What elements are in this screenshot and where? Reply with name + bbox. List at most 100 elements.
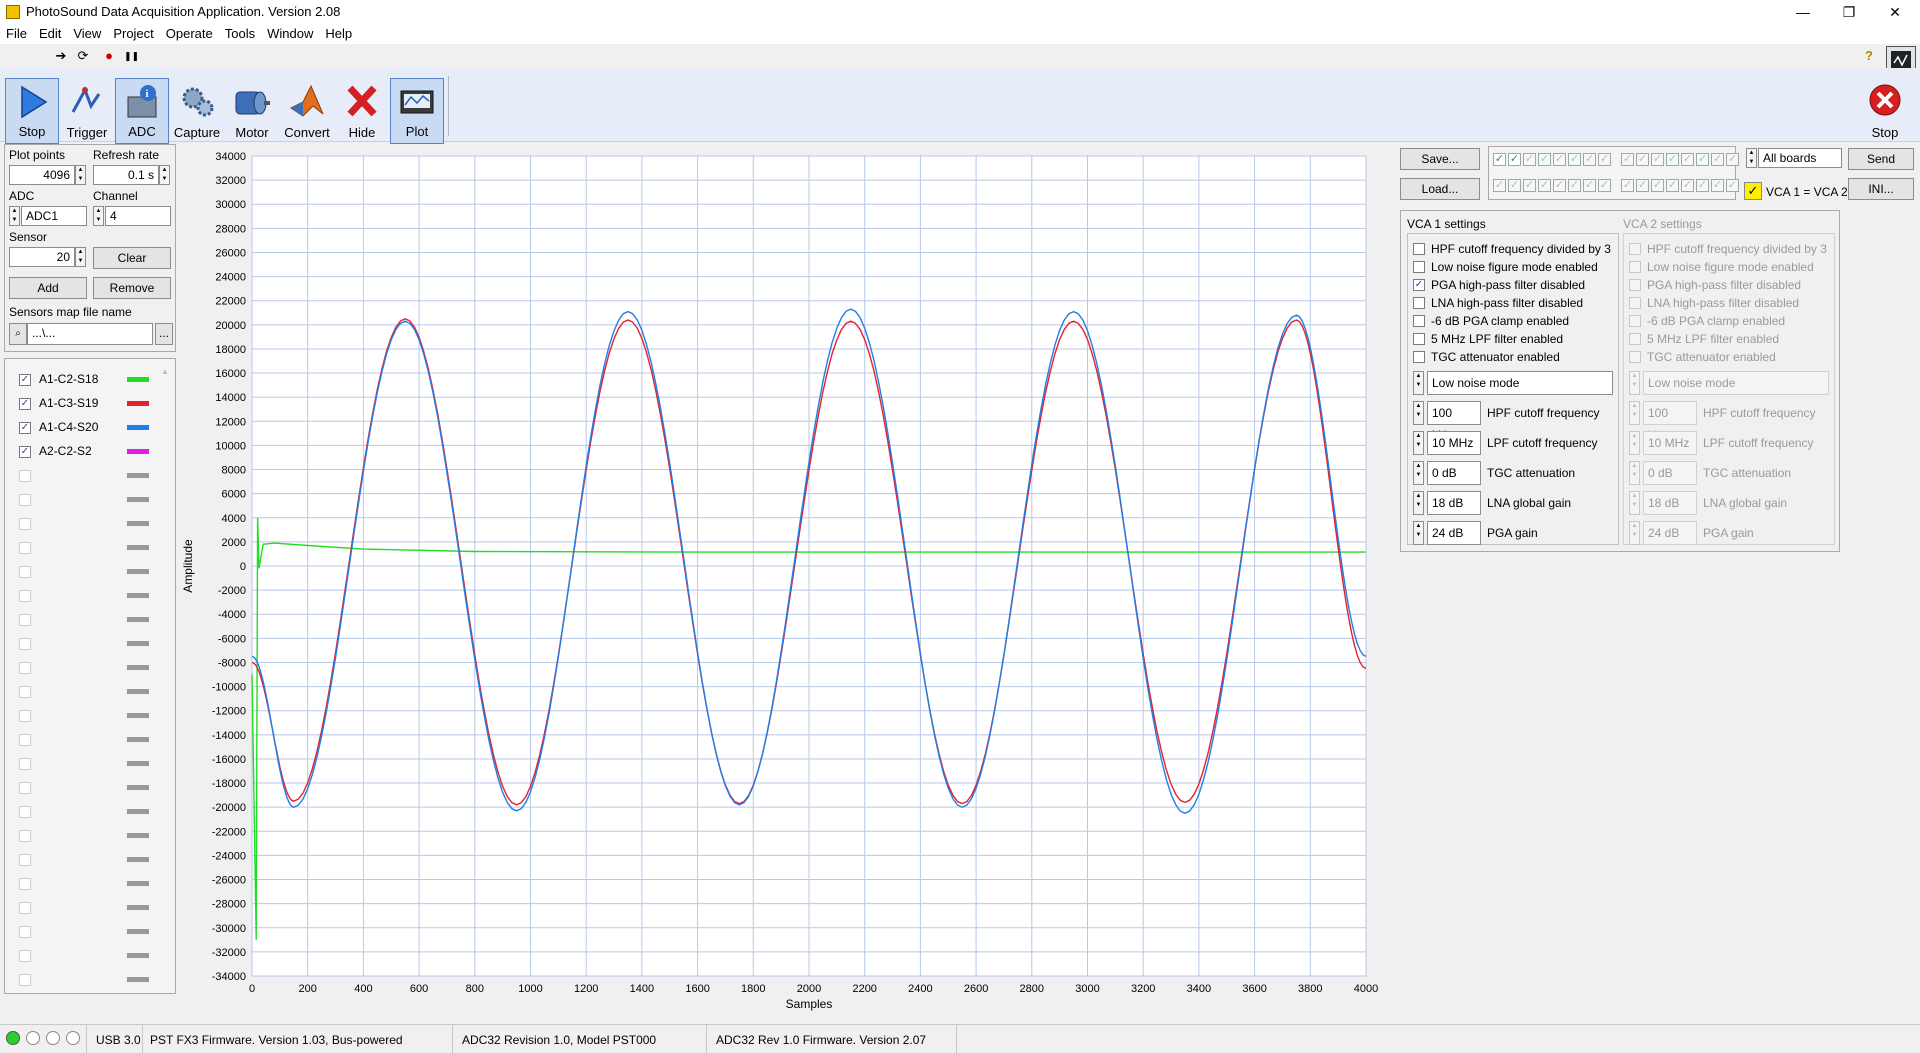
toolbar-hide-button[interactable]: Hide	[335, 78, 389, 144]
board-channel-checkbox[interactable]: ✓	[1538, 153, 1551, 166]
board-channel-checkbox[interactable]: ✓	[1711, 153, 1724, 166]
board-channel-checkbox[interactable]: ✓	[1681, 153, 1694, 166]
sensor-list-item[interactable]	[13, 727, 151, 751]
board-channel-checkbox[interactable]: ✓	[1636, 179, 1649, 192]
sensor-list-item[interactable]: A1-C2-S18 ✓	[13, 367, 151, 391]
board-channel-checkbox[interactable]: ✓	[1696, 153, 1709, 166]
sensor-checkbox[interactable]	[19, 686, 31, 698]
vca1-param-value[interactable]: 24 dB	[1427, 521, 1481, 545]
sensors-map-browse-button[interactable]: ...	[155, 323, 173, 345]
sensor-list-item[interactable]	[13, 871, 151, 895]
vca1-option-checkbox[interactable]	[1413, 261, 1425, 273]
vca1-option[interactable]: TGC attenuator enabled	[1413, 349, 1617, 367]
refresh-rate-stepper[interactable]: ▲ ▼	[159, 165, 170, 185]
refresh-rate-field[interactable]: 0.1 s	[93, 165, 159, 185]
minimize-button[interactable]: —	[1780, 0, 1826, 24]
boards-stepper[interactable]: ▲ ▼	[1746, 148, 1757, 168]
sensor-list-scrollbar[interactable]: ▲	[161, 367, 169, 987]
sensor-checkbox[interactable]	[19, 926, 31, 938]
toolbar-stop-right-button[interactable]: Stop	[1858, 78, 1912, 144]
run-continuously-icon[interactable]: ⟳	[76, 49, 90, 63]
sensor-checkbox[interactable]	[19, 758, 31, 770]
board-channel-checkbox[interactable]: ✓	[1523, 153, 1536, 166]
menu-operate[interactable]: Operate	[160, 24, 219, 43]
sensor-checkbox[interactable]: ✓	[19, 446, 31, 458]
sensor-checkbox[interactable]	[19, 950, 31, 962]
toolbar-plot-button[interactable]: Plot	[390, 78, 444, 144]
board-channel-checkbox[interactable]: ✓	[1553, 179, 1566, 192]
board-channel-checkbox[interactable]: ✓	[1696, 179, 1709, 192]
save-button[interactable]: Save...	[1400, 148, 1480, 170]
vca1-option[interactable]: ✓ PGA high-pass filter disabled	[1413, 277, 1617, 295]
vca1-option[interactable]: -6 dB PGA clamp enabled	[1413, 313, 1617, 331]
vca1-option-checkbox[interactable]	[1413, 333, 1425, 345]
board-channel-checkbox[interactable]: ✓	[1666, 179, 1679, 192]
sensor-list-item[interactable]	[13, 751, 151, 775]
sensor-checkbox[interactable]: ✓	[19, 422, 31, 434]
sensor-checkbox[interactable]	[19, 710, 31, 722]
channel-stepper[interactable]: ▲ ▼	[93, 206, 104, 226]
sensor-list-item[interactable]: A2-C2-S2 ✓	[13, 439, 151, 463]
toolbar-trigger-button[interactable]: Trigger	[60, 78, 114, 144]
board-channel-checkbox[interactable]: ✓	[1523, 179, 1536, 192]
sensor-checkbox[interactable]	[19, 878, 31, 890]
vca1-option-checkbox[interactable]: ✓	[1413, 279, 1425, 291]
boards-select[interactable]: All boards	[1758, 148, 1842, 168]
load-button[interactable]: Load...	[1400, 178, 1480, 200]
menu-edit[interactable]: Edit	[33, 24, 67, 43]
sensor-checkbox[interactable]	[19, 830, 31, 842]
toolbar-convert-button[interactable]: Convert	[280, 78, 334, 144]
board-channel-checkbox[interactable]: ✓	[1726, 179, 1739, 192]
sensor-list-item[interactable]	[13, 583, 151, 607]
board-channel-checkbox[interactable]: ✓	[1666, 153, 1679, 166]
abort-icon[interactable]: ●	[102, 49, 116, 63]
plot-points-stepper[interactable]: ▲ ▼	[75, 165, 86, 185]
adc-field[interactable]: ADC1	[21, 206, 87, 226]
sensor-checkbox[interactable]	[19, 590, 31, 602]
toolbar-motor-button[interactable]: Motor	[225, 78, 279, 144]
path-browse-icon[interactable]: ⌕	[9, 323, 27, 345]
sensor-checkbox[interactable]	[19, 614, 31, 626]
board-channel-checkbox[interactable]: ✓	[1583, 179, 1596, 192]
vca1-param-stepper[interactable]: ▲ ▼	[1413, 521, 1424, 545]
vca1-param-value[interactable]: 18 dB	[1427, 491, 1481, 515]
board-channel-checkbox[interactable]: ✓	[1568, 179, 1581, 192]
ini-button[interactable]: INI...	[1848, 178, 1914, 200]
vca1-option-checkbox[interactable]	[1413, 243, 1425, 255]
menu-help[interactable]: Help	[319, 24, 358, 43]
sensor-list-item[interactable]	[13, 535, 151, 559]
vca1-param-stepper[interactable]: ▲ ▼	[1413, 431, 1424, 455]
board-channel-checkbox[interactable]: ✓	[1583, 153, 1596, 166]
vca1-param-stepper[interactable]: ▲ ▼	[1413, 461, 1424, 485]
sensor-list-item[interactable]	[13, 895, 151, 919]
sensor-list-item[interactable]	[13, 559, 151, 583]
toolbar-stop-button[interactable]: Stop	[5, 78, 59, 144]
sensor-checkbox[interactable]	[19, 638, 31, 650]
vca1-param-value[interactable]: 100 kHz	[1427, 401, 1481, 442]
plot-points-field[interactable]: 4096	[9, 165, 75, 185]
sensor-list-item[interactable]	[13, 679, 151, 703]
board-channel-checkbox[interactable]: ✓	[1493, 153, 1506, 166]
channel-field[interactable]: 4	[105, 206, 171, 226]
vca1-mode-select[interactable]: Low noise mode	[1427, 371, 1613, 395]
sensor-list-item[interactable]	[13, 487, 151, 511]
sensor-list-item[interactable]	[13, 943, 151, 967]
board-channel-checkbox[interactable]: ✓	[1636, 153, 1649, 166]
sensor-field[interactable]: 20	[9, 247, 75, 267]
vca1-option-checkbox[interactable]	[1413, 297, 1425, 309]
sensor-stepper[interactable]: ▲ ▼	[75, 247, 86, 267]
sensor-checkbox[interactable]	[19, 902, 31, 914]
sensor-list-item[interactable]	[13, 631, 151, 655]
vca-equal-checkbox[interactable]: ✓	[1744, 182, 1762, 200]
sensor-list-item[interactable]	[13, 511, 151, 535]
menu-project[interactable]: Project	[107, 24, 159, 43]
board-channel-checkbox[interactable]: ✓	[1568, 153, 1581, 166]
vca1-option[interactable]: Low noise figure mode enabled	[1413, 259, 1617, 277]
board-channel-checkbox[interactable]: ✓	[1508, 179, 1521, 192]
sensor-checkbox[interactable]	[19, 974, 31, 986]
sensor-list-item[interactable]	[13, 823, 151, 847]
board-channel-checkbox[interactable]: ✓	[1681, 179, 1694, 192]
sensor-list-item[interactable]	[13, 967, 151, 991]
sensor-checkbox[interactable]	[19, 806, 31, 818]
adc-stepper[interactable]: ▲ ▼	[9, 206, 20, 226]
